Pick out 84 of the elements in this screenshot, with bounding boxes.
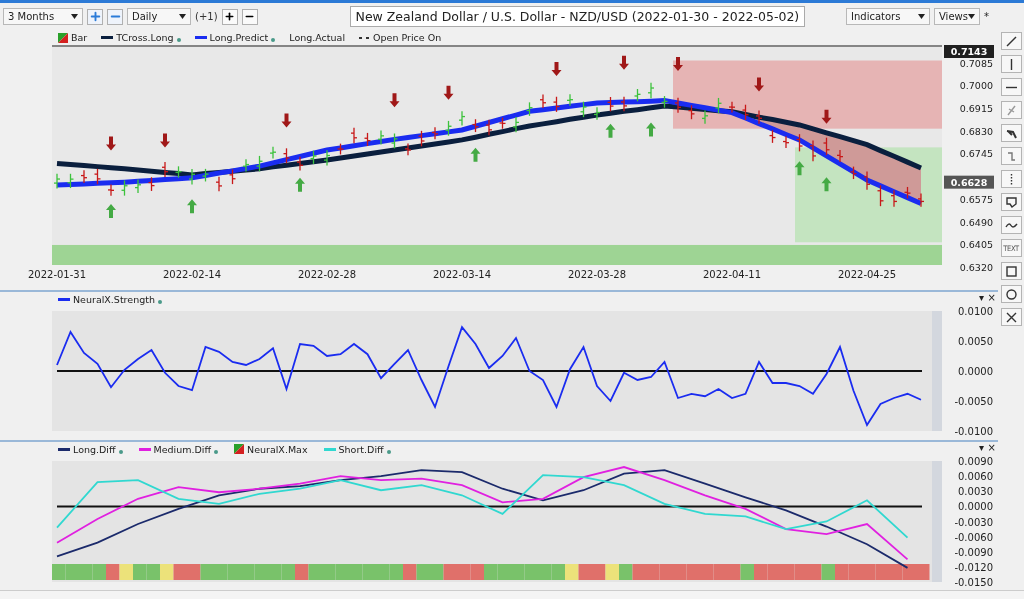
axis-label: -0.0060 <box>954 531 993 543</box>
axis-label: -0.0050 <box>954 396 993 407</box>
drawing-tool-button[interactable] <box>1000 32 1022 50</box>
axis-label: 2022-04-11 <box>702 269 762 280</box>
axis-label: 2022-03-28 <box>567 269 627 280</box>
collapse-button[interactable]: ▾ <box>978 292 984 303</box>
legend-label: NeuralX.Max <box>247 443 308 455</box>
crossed-line-icon <box>1004 103 1018 117</box>
bar-legend-icon <box>58 32 68 43</box>
legend-label: Short.Diff <box>338 443 384 455</box>
bar-legend-icon <box>234 444 245 454</box>
axis-label: -0.0090 <box>954 546 993 558</box>
rectangle-icon <box>1004 264 1018 278</box>
axis-label: 0.6915 <box>959 102 993 114</box>
legend-label: Long.Diff <box>73 443 116 455</box>
axis-label: 0.0060 <box>958 471 993 483</box>
drawing-tool-button[interactable] <box>1000 285 1022 303</box>
legend-label: Bar <box>71 32 88 43</box>
drawing-tool-button[interactable] <box>1000 78 1022 96</box>
axis-label: 0.0100 <box>958 306 993 317</box>
settings-dot-icon[interactable] <box>214 449 219 454</box>
axis-label: -0.0100 <box>954 426 993 437</box>
axis-label: 0.6830 <box>959 125 993 137</box>
offset-label: (+1) <box>195 11 218 22</box>
price-tag: 0.6628 <box>944 175 994 189</box>
caret-icon <box>71 14 78 19</box>
close-button[interactable]: × <box>987 442 996 453</box>
legend-label: Long.Actual <box>289 32 346 43</box>
views-dropdown[interactable]: Views <box>934 8 980 25</box>
axis-label: -0.0030 <box>954 516 993 528</box>
axis-label: 2022-01-31 <box>27 269 87 280</box>
modified-mark: * <box>984 11 989 22</box>
axis-label: 0.7085 <box>959 57 993 69</box>
period-select[interactable]: 3 Months <box>3 8 83 25</box>
axis-label: 0.6405 <box>959 239 993 251</box>
axis-label: 0.6320 <box>959 262 993 273</box>
price-tag: 0.7143 <box>944 45 994 58</box>
settings-dot-icon[interactable] <box>118 449 123 454</box>
drawing-tool-button[interactable] <box>1000 55 1022 73</box>
legend-label: Long.Predict <box>209 32 269 43</box>
axis-label: 0.0030 <box>958 486 993 498</box>
drawing-tool-button[interactable] <box>1000 124 1022 142</box>
caret-icon <box>968 14 975 19</box>
interval-select[interactable]: Daily <box>127 8 191 25</box>
settings-dot-icon[interactable] <box>386 449 391 454</box>
axis-label: 0.6490 <box>959 216 993 228</box>
plus-icon <box>224 11 236 22</box>
axis-label: 0.0000 <box>958 366 993 377</box>
axis-label: 0.0000 <box>958 501 993 513</box>
legend-label: Medium.Diff <box>153 443 212 455</box>
settings-dot-icon[interactable] <box>271 38 276 42</box>
axis-label: -0.0120 <box>954 561 993 573</box>
remove-button[interactable] <box>241 8 258 25</box>
settings-dot-icon[interactable] <box>176 38 181 42</box>
axis-label: 0.6575 <box>959 193 993 205</box>
callout-icon <box>1004 195 1018 209</box>
drawing-tool-button[interactable] <box>1000 308 1022 326</box>
axis-label: 2022-03-14 <box>432 269 492 280</box>
close-icon <box>1004 310 1018 324</box>
caret-icon <box>918 14 925 19</box>
dashed-legend-icon <box>359 36 371 39</box>
axis-label: -0.0150 <box>954 577 993 587</box>
diagonal-line-icon <box>1004 34 1018 48</box>
axis-label: 2022-02-14 <box>162 269 222 280</box>
add-button[interactable] <box>221 8 238 25</box>
axis-label: 2022-02-28 <box>297 269 357 280</box>
legend-label: Open Price On <box>373 32 442 43</box>
legend-label: NeuralX.Strength <box>73 293 155 305</box>
axis-label: 2022-04-25 <box>837 269 897 280</box>
caret-icon <box>179 14 186 19</box>
plus-icon <box>88 10 102 23</box>
collapse-button[interactable]: ▾ <box>978 442 984 453</box>
circle-icon <box>1004 287 1018 301</box>
legend-label: TCross.Long <box>116 32 174 43</box>
axis-label: 0.7000 <box>959 80 993 92</box>
chart-title: New Zealand Dollar / U.S. Dollar - NZD/USD (2022-01-30 - 2022-05-02) <box>349 6 806 27</box>
drawing-tool-button[interactable] <box>1000 193 1022 211</box>
axis-label: 0.0090 <box>958 456 993 467</box>
settings-dot-icon[interactable] <box>157 299 162 304</box>
axis-label: 0.6745 <box>959 148 993 160</box>
close-button[interactable]: × <box>987 292 996 303</box>
indicators-dropdown[interactable]: Indicators <box>846 8 930 25</box>
axis-label: 0.0050 <box>958 336 993 347</box>
drawing-tool-button[interactable] <box>1000 216 1022 234</box>
